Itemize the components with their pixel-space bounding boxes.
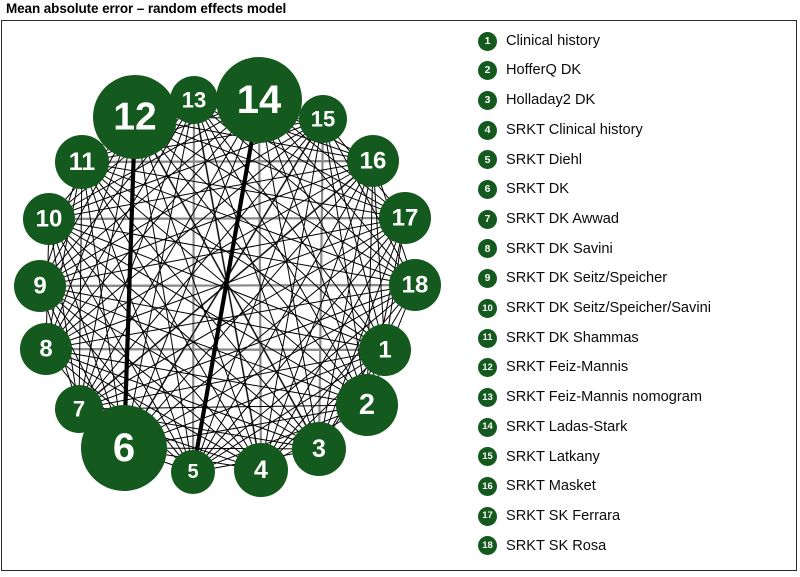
legend-item-3[interactable]: 3 Holladay2 DK — [478, 87, 595, 113]
legend-bullet-13: 13 — [478, 387, 497, 407]
network-node-label-1: 1 — [378, 337, 391, 364]
legend-bullet-9: 9 — [478, 269, 497, 289]
legend-label-6: SRKT DK — [506, 181, 569, 198]
legend-item-17[interactable]: 17 SRKT SK Ferrara — [478, 503, 620, 529]
legend-label-13: SRKT Feiz-Mannis nomogram — [506, 389, 702, 406]
legend-label-18: SRKT SK Rosa — [506, 537, 607, 554]
legend-label-14: SRKT Ladas-Stark — [506, 418, 628, 435]
legend-item-7[interactable]: 7 SRKT DK Awwad — [478, 206, 619, 232]
network-node-label-14: 14 — [237, 78, 282, 122]
legend-item-2[interactable]: 2 HofferQ DK — [478, 58, 581, 84]
network-node-2[interactable]: 2 — [336, 374, 398, 436]
network-node-label-7: 7 — [73, 397, 85, 422]
network-node-9[interactable]: 9 — [14, 260, 66, 312]
legend-item-4[interactable]: 4 SRKT Clinical history — [478, 117, 643, 143]
legend-item-15[interactable]: 15 SRKT Latkany — [478, 444, 600, 470]
legend-label-2: HofferQ DK — [506, 62, 582, 79]
legend-label-8: SRKT DK Savini — [506, 240, 613, 257]
network-node-1[interactable]: 1 — [359, 324, 411, 376]
network-node-8[interactable]: 8 — [20, 323, 72, 375]
network-node-12[interactable]: 12 — [93, 75, 177, 159]
legend: 1 Clinical history 2 HofferQ DK 3 Holladay2 D… — [478, 28, 793, 568]
legend-bullet-2: 2 — [478, 61, 497, 81]
legend-item-10[interactable]: 10 SRKT DK Seitz/Speicher/Savini — [478, 295, 711, 321]
network-node-4[interactable]: 4 — [234, 443, 288, 497]
legend-bullet-8: 8 — [478, 239, 497, 259]
legend-bullet-5: 5 — [478, 150, 497, 170]
page-title: Mean absolute error – random effects mod… — [6, 1, 287, 16]
legend-label-11: SRKT DK Shammas — [506, 329, 639, 346]
network-node-label-12: 12 — [113, 96, 156, 139]
legend-label-7: SRKT DK Awwad — [506, 210, 620, 227]
legend-bullet-1: 1 — [478, 31, 497, 51]
legend-item-8[interactable]: 8 SRKT DK Savini — [478, 236, 613, 262]
network-node-label-9: 9 — [33, 273, 46, 300]
network-node-label-17: 17 — [392, 205, 419, 232]
network-node-16[interactable]: 16 — [347, 135, 399, 187]
network-node-label-8: 8 — [39, 336, 52, 363]
network-node-18[interactable]: 18 — [389, 259, 441, 311]
legend-label-5: SRKT Diehl — [506, 151, 582, 168]
legend-label-17: SRKT SK Ferrara — [506, 507, 621, 524]
legend-bullet-10: 10 — [478, 298, 497, 318]
legend-item-13[interactable]: 13 SRKT Feiz-Mannis nomogram — [478, 384, 702, 410]
network-graph: 123456789101112 13 14 15161718 — [14, 57, 441, 497]
legend-bullet-11: 11 — [478, 328, 497, 348]
network-plot-page: Mean absolute error – random effects mod… — [0, 0, 800, 577]
network-node-14[interactable]: 14 — [216, 57, 302, 143]
legend-bullet-18: 18 — [478, 536, 497, 556]
network-node-5[interactable]: 5 — [171, 450, 215, 494]
network-node-label-2: 2 — [359, 389, 375, 421]
network-node-label-15: 15 — [311, 107, 335, 132]
network-node-3[interactable]: 3 — [292, 422, 346, 476]
legend-item-16[interactable]: 16 SRKT Masket — [478, 474, 596, 500]
legend-bullet-4: 4 — [478, 120, 497, 140]
legend-item-1[interactable]: 1 Clinical history — [478, 28, 600, 54]
legend-label-15: SRKT Latkany — [506, 448, 600, 465]
legend-item-9[interactable]: 9 SRKT DK Seitz/Speicher — [478, 266, 667, 292]
network-node-17[interactable]: 17 — [379, 192, 431, 244]
network-node-label-4: 4 — [254, 456, 268, 484]
legend-item-12[interactable]: 12 SRKT Feiz-Mannis — [478, 355, 628, 381]
network-node-label-10: 10 — [36, 206, 63, 233]
network-node-label-3: 3 — [312, 435, 326, 463]
network-node-label-16: 16 — [360, 148, 387, 175]
network-node-11[interactable]: 11 — [55, 135, 109, 189]
network-node-10[interactable]: 10 — [23, 193, 75, 245]
legend-label-3: Holladay2 DK — [506, 92, 596, 109]
legend-bullet-7: 7 — [478, 209, 497, 229]
legend-bullet-12: 12 — [478, 358, 497, 378]
legend-label-10: SRKT DK Seitz/Speicher/Savini — [506, 300, 711, 316]
legend-label-9: SRKT DK Seitz/Speicher — [506, 270, 668, 287]
legend-bullet-3: 3 — [478, 90, 497, 110]
legend-item-5[interactable]: 5 SRKT Diehl — [478, 147, 582, 173]
legend-item-18[interactable]: 18 SRKT SK Rosa — [478, 533, 606, 559]
network-node-label-18: 18 — [402, 272, 429, 299]
legend-bullet-15: 15 — [478, 447, 497, 467]
legend-label-16: SRKT Masket — [506, 478, 596, 495]
legend-bullet-14: 14 — [478, 417, 497, 437]
legend-item-11[interactable]: 11 SRKT DK Shammas — [478, 325, 639, 351]
network-node-label-6: 6 — [113, 426, 135, 470]
legend-item-14[interactable]: 14 SRKT Ladas-Stark — [478, 414, 627, 440]
network-node-label-5: 5 — [187, 461, 198, 483]
legend-label-4: SRKT Clinical history — [506, 121, 643, 138]
network-node-label-13: 13 — [182, 88, 206, 113]
legend-label-12: SRKT Feiz-Mannis — [506, 359, 629, 376]
network-node-15[interactable]: 15 — [299, 95, 347, 143]
legend-bullet-16: 16 — [478, 477, 497, 496]
legend-item-6[interactable]: 6 SRKT DK — [478, 177, 569, 203]
legend-bullet-17: 17 — [478, 506, 497, 526]
network-node-13[interactable]: 13 — [170, 76, 218, 124]
network-node-7[interactable]: 7 — [55, 385, 103, 433]
network-node-label-11: 11 — [69, 148, 96, 176]
legend-bullet-6: 6 — [478, 180, 497, 199]
legend-label-1: Clinical history — [506, 32, 601, 49]
